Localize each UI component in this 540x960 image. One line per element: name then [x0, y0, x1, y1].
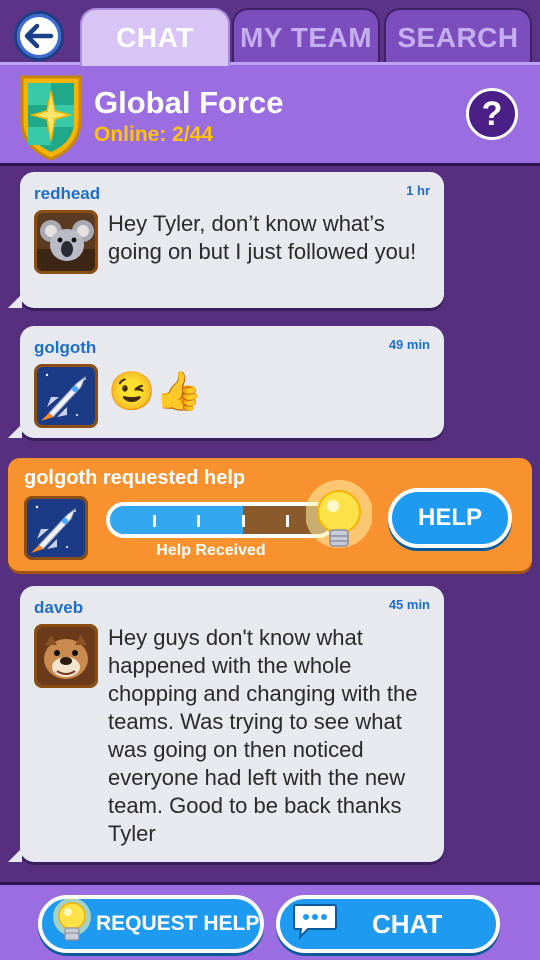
chat-button[interactable]: CHAT — [276, 895, 500, 953]
spaceship-avatar[interactable] — [34, 364, 98, 428]
spaceship-icon — [37, 367, 95, 425]
message-text: Hey Tyler, don’t know what’s going on bu… — [108, 211, 417, 264]
team-shield-icon — [20, 75, 82, 161]
online-count: Online: 2/44 — [94, 123, 214, 146]
bubble-tail — [8, 294, 22, 308]
bottom-action-bar: REQUEST HELP CHAT — [0, 882, 540, 960]
arrow-left-icon — [24, 23, 54, 49]
koala-avatar[interactable] — [34, 210, 98, 274]
help-button[interactable]: HELP — [388, 488, 512, 548]
top-tab-bar: CHAT MY TEAM SEARCH — [0, 0, 540, 66]
progress-segment-divider — [197, 515, 201, 527]
help-received-label: Help Received — [156, 542, 266, 559]
tab-my-team[interactable]: MY TEAM — [232, 8, 380, 66]
question-mark-icon: ? — [481, 94, 503, 133]
help-progress-bar — [106, 502, 336, 538]
message-emoji: 😉👍 — [108, 371, 203, 413]
message-time: 49 min — [388, 337, 430, 352]
bulldog-avatar[interactable] — [34, 624, 98, 688]
help-request-title: golgoth requested help — [24, 467, 246, 489]
bubble-tail — [8, 848, 22, 862]
chat-message: redhead 1 hr Hey Tyler, don’t know what’… — [8, 172, 444, 308]
spaceship-icon — [27, 499, 85, 557]
message-time: 45 min — [388, 597, 430, 612]
tab-search[interactable]: SEARCH — [384, 8, 532, 66]
chat-bubble-icon — [293, 904, 337, 940]
back-button[interactable] — [14, 11, 64, 61]
tab-chat[interactable]: CHAT — [80, 8, 230, 66]
progress-segment-divider — [241, 515, 245, 527]
sender-name[interactable]: daveb — [34, 598, 83, 618]
message-text: Hey guys don't know what happened with t… — [108, 625, 418, 846]
progress-segment-divider — [152, 515, 156, 527]
help-question-button[interactable]: ? — [466, 88, 518, 140]
koala-icon — [37, 213, 95, 271]
bubble-tail — [8, 424, 22, 438]
sender-name[interactable]: redhead — [34, 184, 100, 204]
progress-fill — [110, 506, 244, 534]
chat-message: golgoth 49 min 😉👍 — [8, 326, 444, 438]
sender-name[interactable]: golgoth — [34, 338, 96, 358]
progress-segment-divider — [286, 515, 290, 527]
chat-feed[interactable]: redhead 1 hr Hey Tyler, don’t know what’… — [0, 168, 540, 882]
help-request-card: golgoth requested help Help Received HEL… — [8, 458, 532, 571]
lightbulb-icon — [53, 898, 91, 941]
request-help-button[interactable]: REQUEST HELP — [38, 895, 264, 953]
team-header: Global Force Online: 2/44 — [0, 62, 540, 166]
request-help-label: REQUEST HELP — [96, 912, 260, 935]
spaceship-avatar[interactable] — [24, 496, 88, 560]
message-time: 1 hr — [406, 183, 430, 198]
team-name: Global Force — [94, 85, 284, 120]
chat-label: CHAT — [372, 908, 443, 939]
bulldog-icon — [37, 627, 95, 685]
chat-message: daveb 45 min Hey guys don't know what ha… — [8, 586, 444, 862]
